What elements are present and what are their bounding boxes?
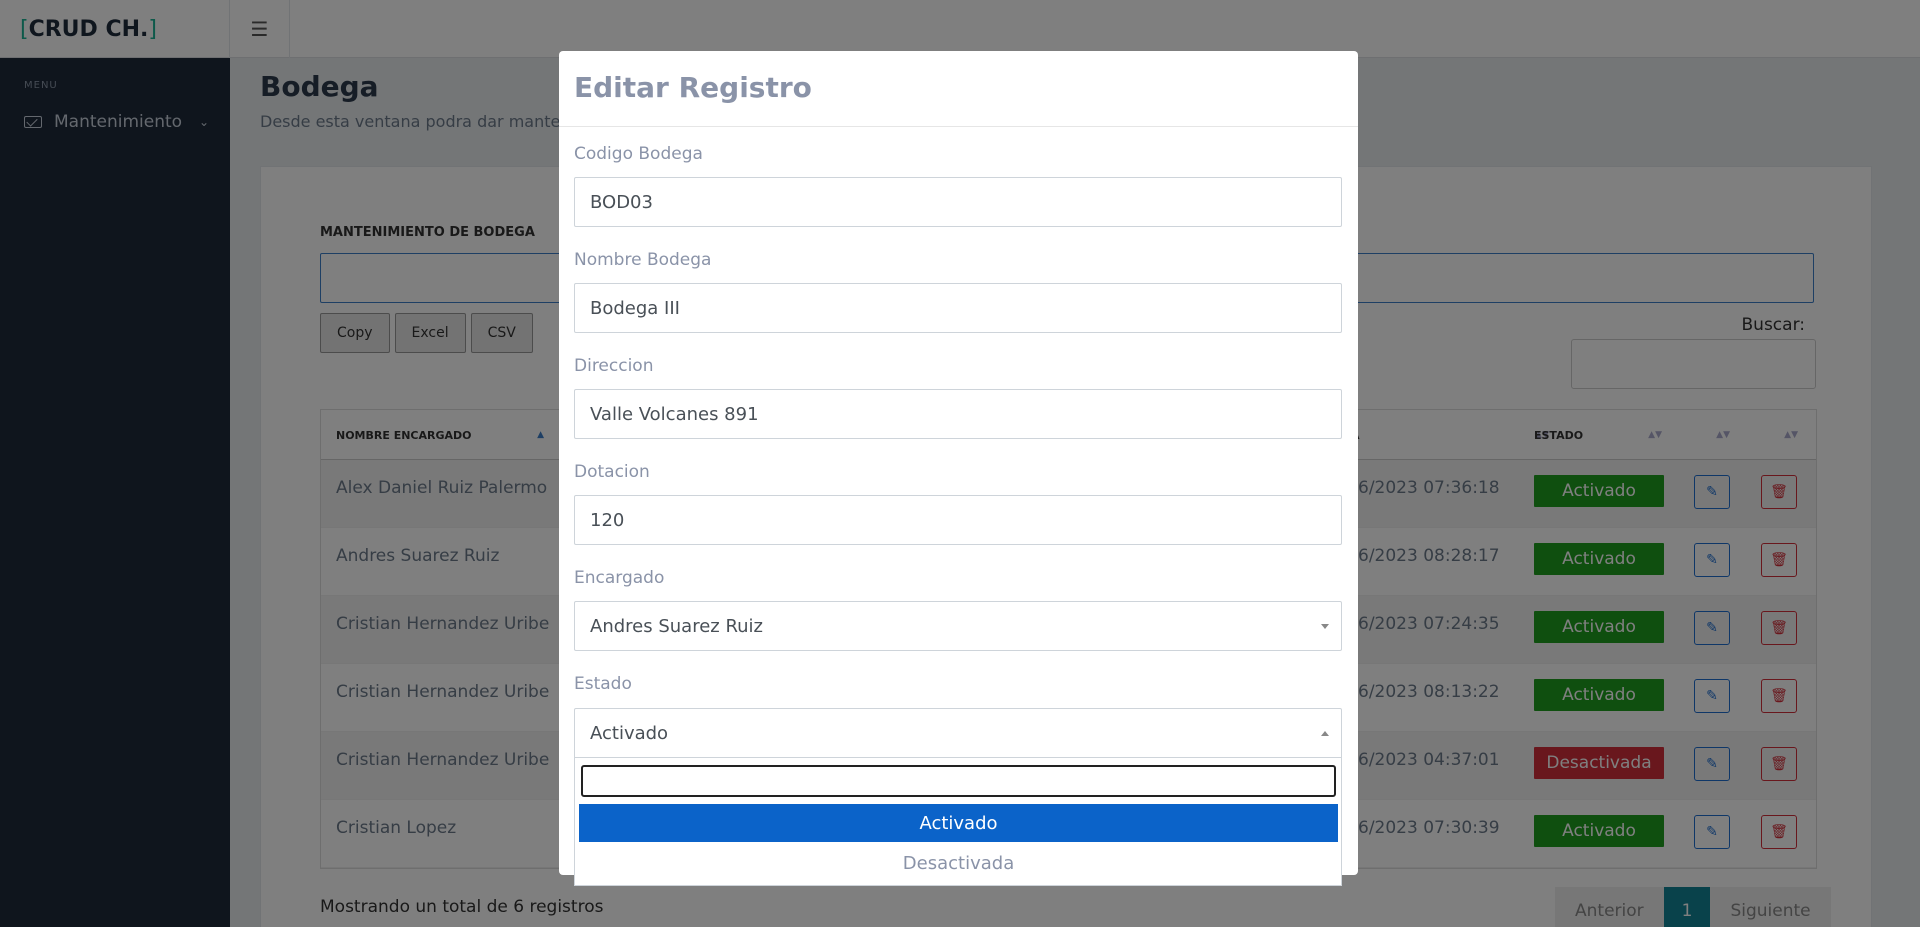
direccion-field[interactable]: Valle Volcanes 891 — [574, 389, 1342, 439]
dotacion-label: Dotacion — [574, 462, 650, 482]
dropdown-search-input[interactable] — [581, 765, 1336, 797]
caret-down-icon — [1321, 624, 1329, 629]
direccion-value: Valle Volcanes 891 — [590, 403, 759, 425]
nombre-field[interactable]: Bodega III — [574, 283, 1342, 333]
estado-select[interactable]: Activado — [574, 708, 1342, 758]
nombre-label: Nombre Bodega — [574, 250, 712, 270]
nombre-value: Bodega III — [590, 297, 680, 319]
dotacion-field[interactable]: 120 — [574, 495, 1342, 545]
modal-title: Editar Registro — [574, 71, 812, 104]
encargado-label: Encargado — [574, 568, 665, 588]
encargado-select[interactable]: Andres Suarez Ruiz — [574, 601, 1342, 651]
estado-dropdown: Activado Desactivada — [574, 758, 1342, 886]
direccion-label: Direccion — [574, 356, 654, 376]
estado-value: Activado — [590, 722, 669, 744]
option-desactivada[interactable]: Desactivada — [579, 844, 1338, 882]
encargado-value: Andres Suarez Ruiz — [590, 615, 763, 637]
codigo-label: Codigo Bodega — [574, 144, 703, 164]
dotacion-value: 120 — [590, 509, 625, 531]
estado-label: Estado — [574, 674, 632, 694]
modal-divider — [559, 126, 1358, 127]
option-activado[interactable]: Activado — [579, 804, 1338, 842]
codigo-field[interactable]: BOD03 — [574, 177, 1342, 227]
edit-record-modal: Editar Registro Codigo Bodega BOD03 Nomb… — [559, 51, 1358, 886]
caret-up-icon — [1321, 731, 1329, 736]
codigo-value: BOD03 — [590, 191, 653, 213]
